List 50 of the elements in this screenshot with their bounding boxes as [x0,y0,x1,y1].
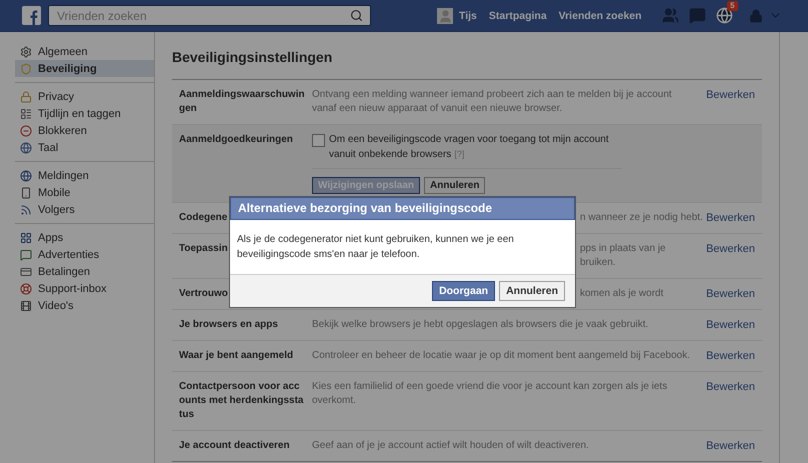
sidebar-item[interactable]: Tijdlijn en taggen [15,105,154,122]
continue-button[interactable]: Doorgaan [432,281,496,301]
edit-link[interactable]: Bewerken [706,439,755,453]
setting-description: Ontvang een melding wanneer iemand probeert zich aan te melden bij je account vanaf een nieuw apparaat of vanuit een nieuwe browser. [312,88,673,116]
page-title: Beveiligingsinstellingen [172,49,334,66]
sidebar-item[interactable]: Privacy [15,88,154,105]
edit-link[interactable]: Bewerken [706,287,755,301]
search-field[interactable]: Vrienden zoeken [48,5,371,26]
sidebar-item[interactable]: Video's [15,297,154,314]
setting-label: Vertrouwo [179,287,228,301]
notification-badge: 5 [727,1,738,11]
sidebar-item[interactable]: Volgers [15,201,154,218]
setting-label: Waar je bent aangemeld [179,349,294,363]
nav-link[interactable]: Startpagina [488,10,547,22]
setting-label: Aanmeldgoedkeuringen [179,133,294,147]
sidebar-item[interactable]: Taal [15,139,154,156]
setting-description: Controleer en beheer de locatie waar je op dit moment bent aangemeld bij Facebook. [312,349,690,363]
setting-label: Contactpersoon voor accounts met herdenkingsstatus [179,380,304,422]
sidebar-item[interactable]: Support-inbox [15,280,154,297]
edit-link[interactable]: Bewerken [706,349,755,363]
checkbox-label: Om een beveiligingscode vragen voor toegang tot mijn account vanuit onbekende browsers [?] [329,133,610,162]
setting-label: Codegene [179,211,228,225]
sidebar-item[interactable]: Apps [15,229,154,246]
setting-description: pps in plaats van je bruiken. [580,242,666,270]
edit-link[interactable]: Bewerken [706,88,755,102]
setting-description: Bekijk welke browsers je hebt opgeslagen als browsers die je vaak gebruikt. [312,318,648,332]
edit-link[interactable]: Bewerken [706,242,755,256]
setting-label: Toepassin [179,242,228,256]
sidebar-item[interactable]: Blokkeren [15,122,154,139]
sidebar-item[interactable]: Beveiliging [15,60,154,77]
setting-description: Kies een familielid of een goede vriend die voor je account kan zorgen als je iets overkomt. [312,380,668,408]
sidebar-item[interactable]: Betalingen [15,263,154,280]
setting-description: n wanneer ze je nodig hebt. [580,211,703,225]
edit-link[interactable]: Bewerken [706,318,755,332]
setting-description: komen als je wordt [580,287,664,301]
sidebar-item[interactable]: Advertenties [15,246,154,263]
edit-link[interactable]: Bewerken [706,211,755,225]
nav-link[interactable]: Vrienden zoeken [558,10,642,22]
sidebar-item[interactable]: Mobile [15,184,154,201]
cancel-button[interactable]: Annuleren [424,177,486,194]
edit-link[interactable]: Bewerken [706,380,755,394]
setting-label: Je browsers en apps [179,318,278,332]
setting-label: Je account deactiveren [179,439,290,453]
profile-link[interactable]: Tijs [459,10,477,22]
setting-label: Aanmeldingswaarschuwingen [179,88,305,116]
setting-description: Geef aan of je je account actief wilt houden of wilt deactiveren. [312,439,589,453]
sidebar-item[interactable]: Meldingen [15,167,154,184]
sidebar-item[interactable]: Algemeen [15,43,154,60]
cancel-button[interactable]: Annuleren [499,281,565,301]
dialog-title: Alternatieve bezorging van beveiligingscode [230,197,575,220]
